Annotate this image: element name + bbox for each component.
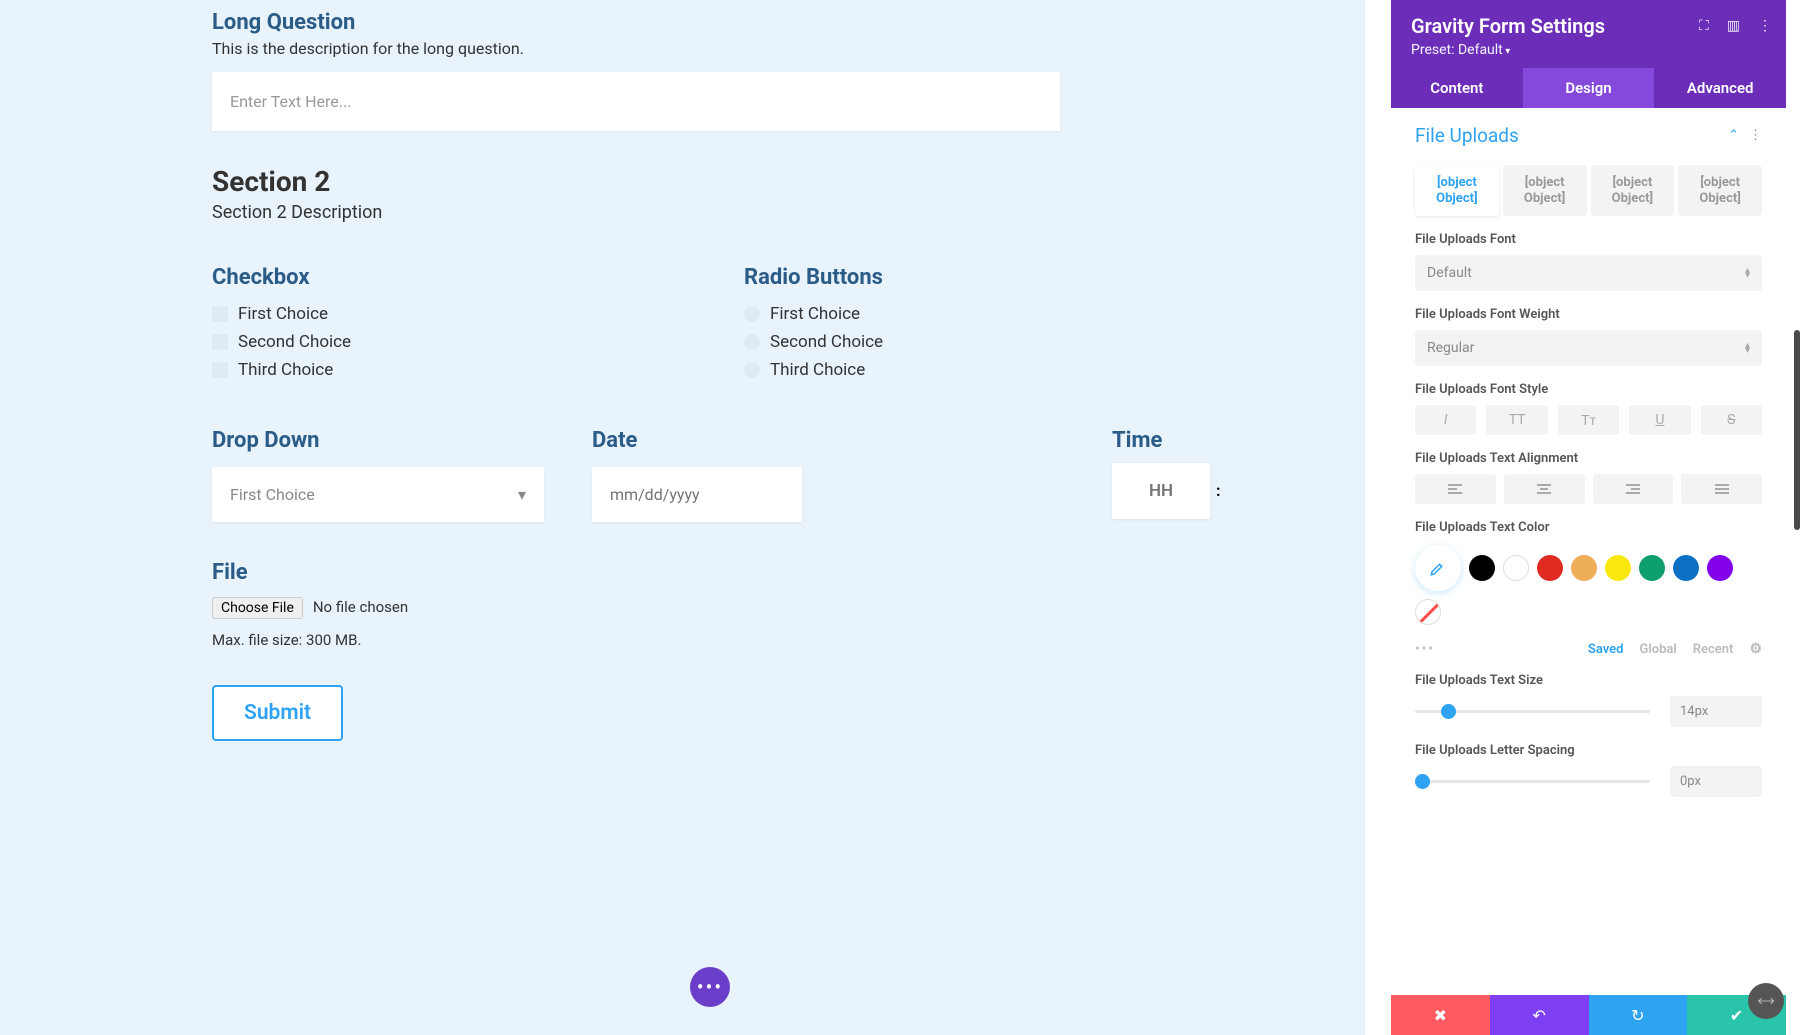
section-more-icon[interactable]: ⋮ [1749, 128, 1762, 143]
color-swatch[interactable] [1673, 555, 1699, 581]
settings-panel: Gravity Form Settings Preset: Default ⛶ … [1391, 0, 1786, 1035]
file-title: File [212, 560, 1365, 585]
tab-design[interactable]: Design [1523, 68, 1655, 108]
spacing-label: File Uploads Letter Spacing [1415, 743, 1762, 758]
dropdown-title: Drop Down [212, 428, 568, 453]
underline-button[interactable]: U [1629, 405, 1690, 435]
choose-file-button[interactable]: Choose File [212, 597, 303, 619]
align-left-button[interactable] [1415, 474, 1496, 504]
weight-label: File Uploads Font Weight [1415, 307, 1762, 322]
color-swatch-none[interactable] [1415, 599, 1441, 625]
checkbox-option[interactable]: Second Choice [212, 332, 744, 352]
focus-icon[interactable]: ⛶ [1699, 18, 1709, 34]
form-preview-area: Long Question This is the description fo… [0, 0, 1365, 1035]
strikethrough-button[interactable]: S [1701, 405, 1762, 435]
device-tab[interactable]: [object Object] [1503, 165, 1587, 216]
section-2-desc: Section 2 Description [212, 202, 1365, 223]
colors-saved-tab[interactable]: Saved [1588, 642, 1624, 657]
device-tab[interactable]: [object Object] [1415, 165, 1499, 216]
chevron-up-icon: ⌃ [1728, 128, 1739, 143]
undo-button[interactable]: ↶ [1490, 995, 1589, 1035]
color-swatch[interactable] [1639, 555, 1665, 581]
radio-option[interactable]: Third Choice [744, 360, 883, 380]
time-hh-input[interactable] [1112, 463, 1210, 519]
italic-button[interactable]: I [1415, 405, 1476, 435]
color-swatch[interactable] [1469, 555, 1495, 581]
preset-dropdown[interactable]: Preset: Default [1411, 42, 1766, 58]
align-right-button[interactable] [1593, 474, 1674, 504]
color-swatch[interactable] [1503, 555, 1529, 581]
time-separator: : [1216, 463, 1221, 500]
date-title: Date [592, 428, 948, 453]
redo-button[interactable]: ↻ [1589, 995, 1688, 1035]
checkbox-option[interactable]: First Choice [212, 304, 744, 324]
radio-icon [744, 306, 760, 322]
colors-global-tab[interactable]: Global [1639, 642, 1676, 657]
checkbox-icon [212, 362, 228, 378]
file-max-size: Max. file size: 300 MB. [212, 631, 1365, 649]
panel-body: File Uploads ⌃ ⋮ [object Object] [object… [1391, 108, 1786, 993]
long-question-title: Long Question [212, 10, 1365, 35]
device-tabs: [object Object] [object Object] [object … [1415, 165, 1762, 216]
weight-select[interactable]: Regular ▴▾ [1415, 330, 1762, 366]
more-icon[interactable]: ⋮ [1758, 18, 1772, 34]
checkbox-title: Checkbox [212, 265, 744, 290]
device-tab[interactable]: [object Object] [1591, 165, 1675, 216]
date-input[interactable] [592, 467, 802, 522]
panel-footer: ✖ ↶ ↻ ✔ [1391, 995, 1786, 1035]
time-title: Time [1112, 428, 1227, 453]
chevron-down-icon: ▾ [518, 485, 526, 504]
device-tab[interactable]: [object Object] [1678, 165, 1762, 216]
text-size-value[interactable]: 14px [1670, 696, 1762, 727]
color-swatch[interactable] [1707, 555, 1733, 581]
tab-content[interactable]: Content [1391, 68, 1523, 108]
font-label: File Uploads Font [1415, 232, 1762, 247]
long-question-desc: This is the description for the long que… [212, 39, 1365, 58]
long-question-input[interactable]: Enter Text Here... [212, 72, 1060, 131]
dropdown-select[interactable]: First Choice ▾ [212, 467, 544, 522]
size-label: File Uploads Text Size [1415, 673, 1762, 688]
smallcaps-button[interactable]: Tᴛ [1558, 405, 1619, 435]
panel-header: Gravity Form Settings Preset: Default ⛶ … [1391, 0, 1786, 68]
letter-spacing-value[interactable]: 0px [1670, 766, 1762, 797]
align-label: File Uploads Text Alignment [1415, 451, 1762, 466]
gear-icon[interactable]: ⚙ [1749, 641, 1762, 657]
color-swatch[interactable] [1537, 555, 1563, 581]
radio-option[interactable]: First Choice [744, 304, 883, 324]
accordion-file-uploads[interactable]: File Uploads ⌃ ⋮ [1415, 124, 1762, 147]
color-swatch[interactable] [1571, 555, 1597, 581]
colors-recent-tab[interactable]: Recent [1693, 642, 1734, 657]
checkbox-icon [212, 306, 228, 322]
color-label: File Uploads Text Color [1415, 520, 1762, 535]
columns-icon[interactable]: ▥ [1727, 18, 1740, 34]
uppercase-button[interactable]: TT [1486, 405, 1547, 435]
radio-option[interactable]: Second Choice [744, 332, 883, 352]
scrollbar[interactable] [1794, 330, 1800, 530]
tab-advanced[interactable]: Advanced [1654, 68, 1786, 108]
radio-icon [744, 334, 760, 350]
align-justify-button[interactable] [1681, 474, 1762, 504]
checkbox-option[interactable]: Third Choice [212, 360, 744, 380]
letter-spacing-slider[interactable] [1415, 780, 1650, 783]
submit-button[interactable]: Submit [212, 685, 343, 741]
align-center-button[interactable] [1504, 474, 1585, 504]
checkbox-icon [212, 334, 228, 350]
font-select[interactable]: Default ▴▾ [1415, 255, 1762, 291]
text-size-slider[interactable] [1415, 710, 1650, 713]
eyedropper-button[interactable] [1415, 545, 1461, 591]
style-label: File Uploads Font Style [1415, 382, 1762, 397]
section-2-title: Section 2 [212, 165, 1365, 198]
file-status: No file chosen [313, 598, 408, 616]
radio-icon [744, 362, 760, 378]
radio-title: Radio Buttons [744, 265, 883, 290]
more-colors-icon[interactable]: ••• [1415, 642, 1435, 657]
panel-tabs: Content Design Advanced [1391, 68, 1786, 108]
close-button[interactable]: ✖ [1391, 995, 1490, 1035]
module-options-fab[interactable]: ••• [690, 967, 730, 1007]
select-arrows-icon: ▴▾ [1745, 343, 1750, 353]
select-arrows-icon: ▴▾ [1745, 268, 1750, 278]
color-swatch[interactable] [1605, 555, 1631, 581]
